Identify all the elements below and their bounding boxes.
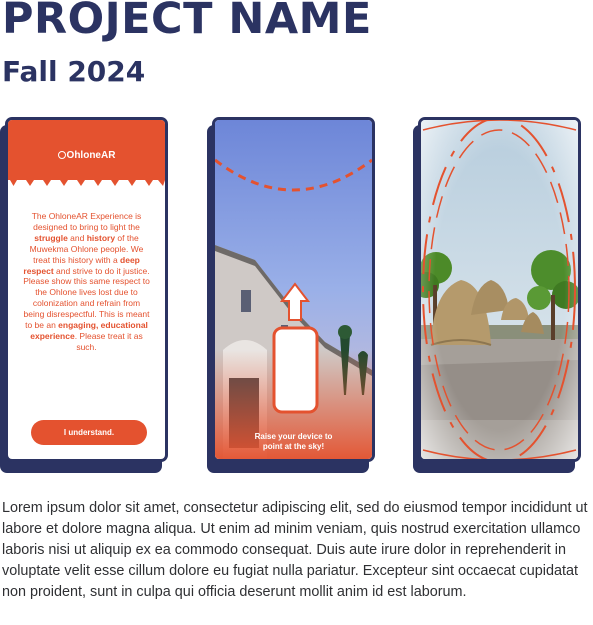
page-title: PROJECT NAME bbox=[2, 0, 372, 44]
ohlone-logo-icon bbox=[57, 151, 66, 159]
phone-screen-raise-device: Raise your device to point at the sky! bbox=[212, 117, 375, 462]
description-paragraph: Lorem ipsum dolor sit amet, consectetur … bbox=[2, 500, 588, 600]
screen-card-raise-device: Raise your device to point at the sky! bbox=[207, 117, 377, 473]
page-subtitle: Fall 2024 bbox=[2, 55, 146, 88]
intro-text: . Please treat it as such. bbox=[74, 330, 143, 352]
phone-screen-intro: OhloneAR The OhloneAR Experience is desi… bbox=[5, 117, 168, 462]
app-logo: OhloneAR bbox=[8, 150, 165, 161]
intro-text: and bbox=[67, 232, 87, 243]
camera-view-building bbox=[215, 120, 372, 459]
screen-card-ar-village bbox=[413, 117, 583, 473]
app-logo-text: OhloneAR bbox=[66, 150, 116, 161]
intro-paragraph: The OhloneAR Experience is designed to b… bbox=[22, 211, 151, 353]
header-fringe bbox=[8, 176, 165, 186]
intro-text: The OhloneAR Experience is designed to b… bbox=[31, 211, 142, 232]
ar-village-view bbox=[421, 120, 578, 459]
i-understand-button[interactable]: I understand. bbox=[31, 420, 147, 445]
intro-emphasis: struggle bbox=[34, 232, 68, 243]
phone-screen-ar-village bbox=[418, 117, 581, 462]
caption-line-2: point at the sky! bbox=[262, 442, 325, 451]
intro-emphasis: history bbox=[86, 232, 116, 243]
caption-line-1: Raise your device to bbox=[254, 432, 333, 441]
raise-device-caption: Raise your device to point at the sky! bbox=[215, 432, 372, 452]
screen-card-intro: OhloneAR The OhloneAR Experience is desi… bbox=[0, 117, 170, 473]
